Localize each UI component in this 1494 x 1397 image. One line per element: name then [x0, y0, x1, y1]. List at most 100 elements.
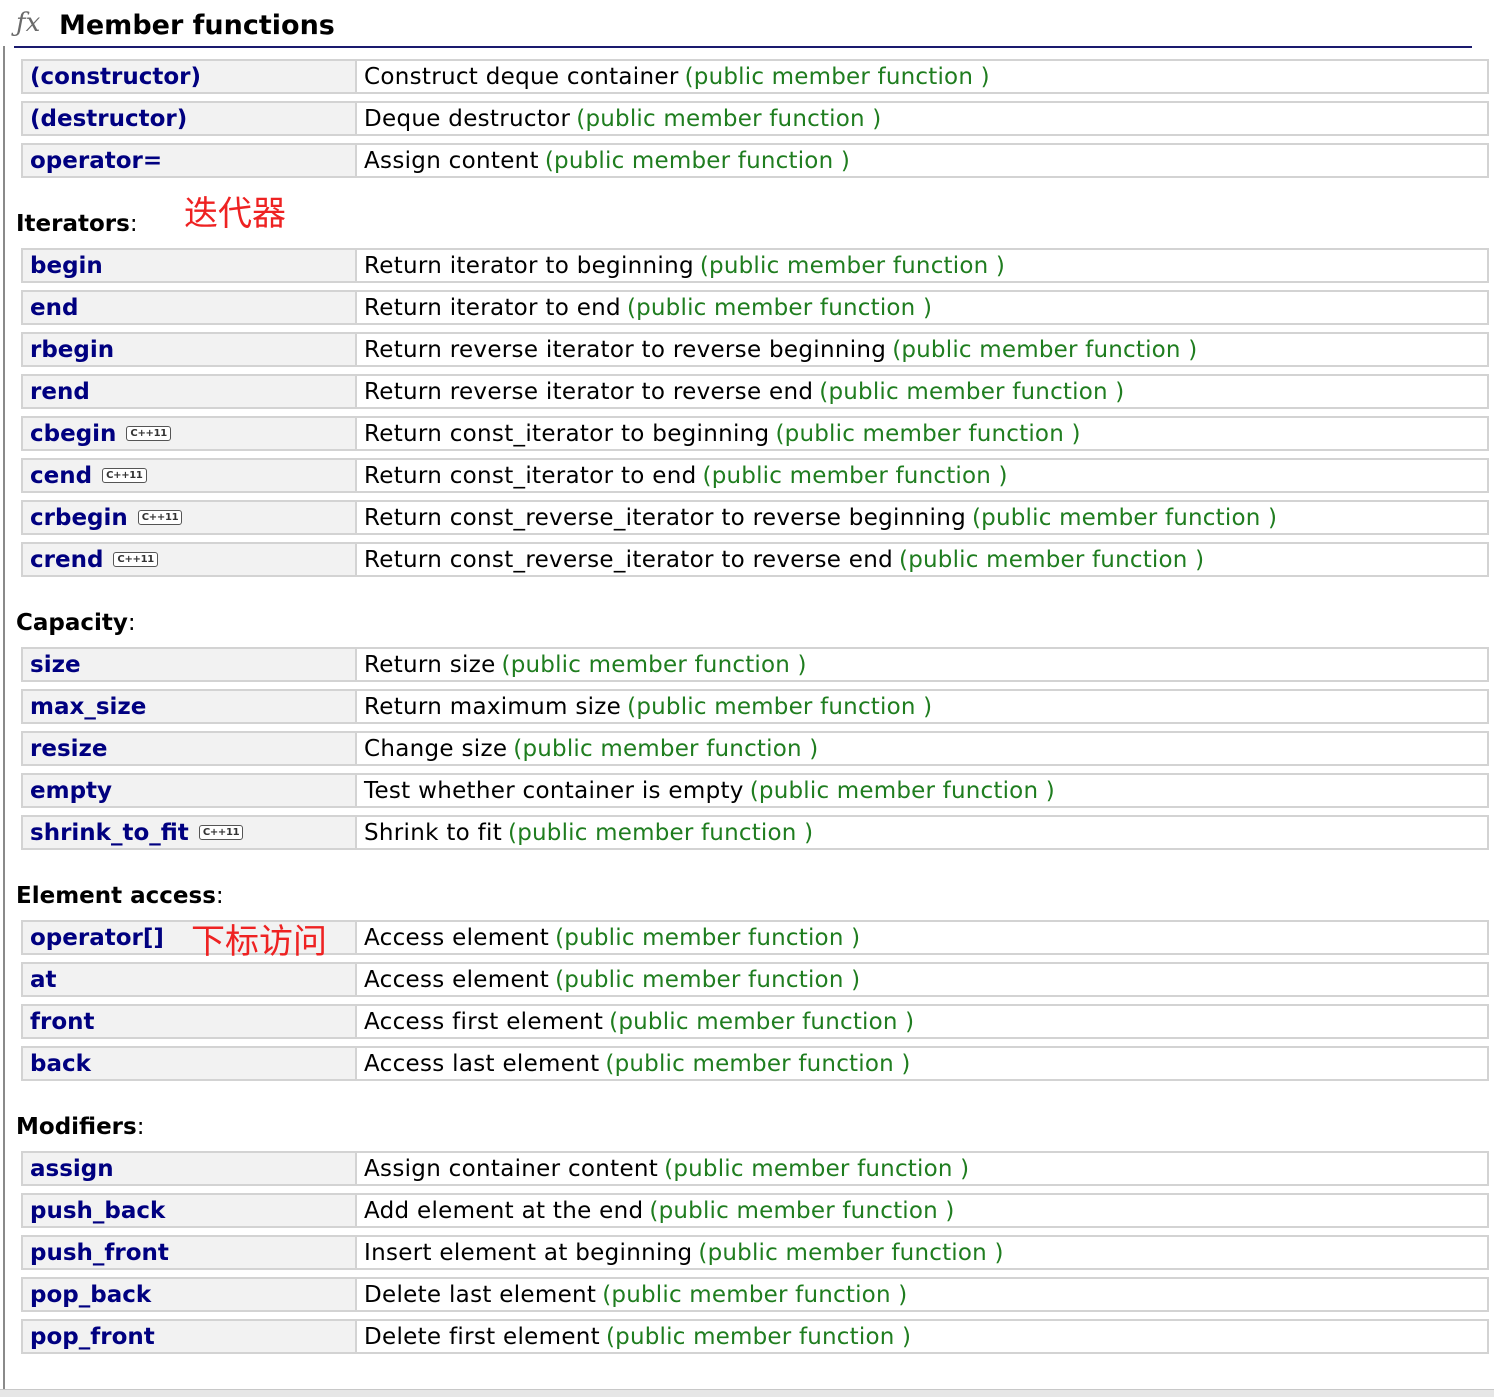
section-colon: :	[136, 1114, 145, 1140]
member-link-cbegin[interactable]: cbegin C++11	[21, 416, 356, 451]
public-member-function-tag: (public member function )	[971, 504, 1278, 531]
public-member-function-tag: (public member function )	[702, 462, 1008, 489]
public-member-function-tag: (public member function )	[698, 1239, 1004, 1266]
member-link-shrink-to-fit[interactable]: shrink_to_fit C++11	[21, 815, 356, 850]
public-member-function-tag: (public member function )	[605, 1050, 911, 1077]
description-text: Return reverse iterator to reverse begin…	[364, 336, 887, 363]
member-link-rbegin[interactable]: rbegin	[21, 332, 356, 367]
member-link-crend[interactable]: crend C++11	[21, 542, 356, 577]
member-description: Return const_reverse_iterator to reverse…	[356, 542, 1489, 577]
member-name: shrink_to_fit	[30, 819, 189, 846]
table-row: empty Test whether container is empty (pu…	[21, 773, 1489, 808]
description-text: Return iterator to end	[364, 294, 621, 321]
cpp11-badge-icon: C++11	[102, 467, 147, 483]
member-link-constructor[interactable]: (constructor)	[21, 59, 356, 94]
member-link-size[interactable]: size	[21, 647, 356, 682]
members-table-modifiers: assign Assign container content (public m…	[21, 1144, 1489, 1361]
member-description: Assign container content (public member f…	[356, 1151, 1489, 1186]
table-row: back Access last element (public member f…	[21, 1046, 1489, 1081]
member-description: Return const_iterator to end (public memb…	[356, 458, 1489, 493]
member-name: cend	[30, 462, 93, 489]
table-row: end Return iterator to end (public member…	[21, 290, 1489, 325]
members-table-iterators: begin Return iterator to beginning (publi…	[21, 241, 1489, 584]
members-table-capacity: size Return size (public member function …	[21, 640, 1489, 857]
description-text: Access last element	[364, 1050, 600, 1077]
member-description: Assign content (public member function )	[356, 143, 1489, 178]
table-row: shrink_to_fit C++11 Shrink to fit (public …	[21, 815, 1489, 850]
member-link-max-size[interactable]: max_size	[21, 689, 356, 724]
member-link-at[interactable]: at	[21, 962, 356, 997]
public-member-function-tag: (public member function )	[576, 105, 882, 132]
table-row: push_back Add element at the end (public …	[21, 1193, 1489, 1228]
member-link-pop-front[interactable]: pop_front	[21, 1319, 356, 1354]
page-title: Member functions	[59, 10, 335, 41]
members-table-general: (constructor) Construct deque container(…	[21, 52, 1489, 185]
table-row: (constructor) Construct deque container(…	[21, 59, 1489, 94]
public-member-function-tag: (public member function )	[555, 966, 861, 993]
table-row: assign Assign container content (public m…	[21, 1151, 1489, 1186]
description-text: Add element at the end	[364, 1197, 644, 1224]
public-member-function-tag: (public member function )	[508, 819, 814, 846]
member-link-push-back[interactable]: push_back	[21, 1193, 356, 1228]
member-link-empty[interactable]: empty	[21, 773, 356, 808]
description-text: Return iterator to beginning	[364, 252, 694, 279]
table-row: begin Return iterator to beginning (publi…	[21, 248, 1489, 283]
member-description: Delete last element (public member functi…	[356, 1277, 1489, 1312]
member-description: Access last element (public member functi…	[356, 1046, 1489, 1081]
public-member-function-tag: (public member function )	[544, 147, 851, 174]
member-link-crbegin[interactable]: crbegin C++11	[21, 500, 356, 535]
member-link-front[interactable]: front	[21, 1004, 356, 1039]
member-link-destructor[interactable]: (destructor)	[21, 101, 356, 136]
description-text: Assign container content	[364, 1155, 659, 1182]
description-text: Access element	[364, 924, 550, 951]
annotation-iterators: 迭代器	[184, 194, 286, 234]
member-description: Delete first element (public member funct…	[356, 1319, 1489, 1354]
cpp11-badge-icon: C++11	[137, 509, 183, 525]
annotation-operator-index: 下标访问	[191, 922, 327, 962]
member-description: Return const_iterator to beginning (publi…	[356, 416, 1489, 451]
table-row: crbegin C++11 Return const_reverse_iterat…	[21, 500, 1489, 535]
member-link-rend[interactable]: rend	[21, 374, 356, 409]
section-title-element-access: Element access:	[16, 881, 1484, 911]
member-name: crend	[30, 546, 104, 573]
public-member-function-tag: (public member function )	[699, 252, 1006, 279]
public-member-function-tag: (public member function )	[664, 1155, 970, 1182]
member-link-back[interactable]: back	[21, 1046, 356, 1081]
description-text: Test whether container is empty	[364, 777, 744, 804]
section-colon: :	[127, 610, 136, 636]
description-text: Insert element at beginning	[364, 1239, 693, 1266]
table-row: pop_front Delete first element (public me…	[21, 1319, 1489, 1354]
member-link-end[interactable]: end	[21, 290, 356, 325]
section-title-text: Element access	[16, 883, 216, 909]
member-link-resize[interactable]: resize	[21, 731, 356, 766]
member-link-assign[interactable]: assign	[21, 1151, 356, 1186]
member-description: Access first element (public member funct…	[356, 1004, 1489, 1039]
description-text: Access first element	[364, 1008, 604, 1035]
member-link-operator-assign[interactable]: operator=	[21, 143, 356, 178]
member-name: operator[]	[30, 924, 164, 951]
member-link-begin[interactable]: begin	[21, 248, 356, 283]
section-colon: :	[129, 211, 138, 237]
member-description: Return iterator to beginning (public memb…	[356, 248, 1489, 283]
description-text: Deque destructor	[364, 105, 571, 132]
section-title-text: Modifiers	[16, 1114, 137, 1140]
member-description: Return size (public member function )	[356, 647, 1489, 682]
left-frame-border	[3, 46, 5, 1396]
public-member-function-tag: (public member function )	[775, 420, 1081, 447]
description-text: Delete last element	[364, 1281, 597, 1308]
member-link-pop-back[interactable]: pop_back	[21, 1277, 356, 1312]
table-row: rbegin Return reverse iterator to revers…	[21, 332, 1489, 367]
public-member-function-tag: (public member function )	[555, 924, 861, 951]
section-title-iterators: Iterators: 迭代器	[16, 197, 1484, 239]
table-row: operator= Assign content (public member f…	[21, 143, 1489, 178]
table-row: pop_back Delete last element (public memb…	[21, 1277, 1489, 1312]
public-member-function-tag: (public member function )	[513, 735, 819, 762]
member-link-cend[interactable]: cend C++11	[21, 458, 356, 493]
member-link-operator-index[interactable]: operator[] 下标访问	[21, 920, 356, 962]
section-title-text: Capacity	[16, 610, 128, 636]
member-description: Return maximum size (public member functi…	[356, 689, 1489, 724]
member-link-push-front[interactable]: push_front	[21, 1235, 356, 1270]
member-description: Insert element at beginning (public membe…	[356, 1235, 1489, 1270]
fx-icon: ƒx	[16, 8, 41, 38]
table-row: crend C++11 Return const_reverse_iterator…	[21, 542, 1489, 577]
